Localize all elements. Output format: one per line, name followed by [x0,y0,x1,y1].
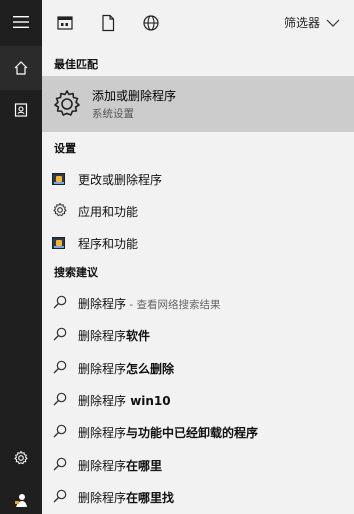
suggestion-query: 删除程序 [78,361,127,376]
suggestion-label: 删除程序在哪里找 [78,489,174,506]
suggestion-query: 删除程序 [78,426,127,441]
search-icon [53,327,67,341]
documents-button[interactable] [0,88,42,132]
menu-button[interactable] [0,0,42,44]
filter-dropdown[interactable]: 筛选器 [284,14,340,31]
control-panel-icon [52,234,68,250]
suggestion-completion: 与功能中已经卸载的程序 [126,426,259,441]
suggestion-item[interactable]: 删除程序在哪里 [42,448,354,480]
suggestions-heading: 搜索建议 [54,266,98,279]
settings-item-change-remove[interactable]: 更改或删除程序 [42,162,354,194]
settings-button[interactable] [0,436,42,480]
suggestion-label: 删除程序软件 [78,327,150,344]
search-icon [53,424,67,438]
suggestion-query: 删除程序 [78,393,127,408]
settings-gear-icon [54,90,80,116]
suggestion-item[interactable]: 删除程序 - 查看网络搜索结果 [42,286,354,318]
suggestion-query: 删除程序 [78,329,127,344]
settings-heading: 设置 [54,142,76,155]
control-panel-icon [52,170,68,186]
settings-item-label: 应用和功能 [78,205,139,219]
suggestion-completion: win10 [126,393,171,408]
best-match-item[interactable]: 添加或删除程序 系统设置 [42,76,354,132]
home-icon [14,61,28,75]
suggestion-label: 删除程序怎么删除 [78,360,174,377]
search-icon [53,392,67,406]
user-button[interactable] [0,478,42,514]
settings-item-label: 程序和功能 [78,237,139,251]
search-results-panel: 最佳匹配 添加或删除程序 系统设置 设置 更改或删除程序 应用和功能 程序和功能… [42,46,354,514]
suggestion-item[interactable]: 删除程序软件 [42,318,354,350]
apps-icon[interactable] [56,14,74,32]
filter-label: 筛选器 [283,16,320,30]
globe-icon[interactable] [142,14,160,32]
best-match-heading: 最佳匹配 [54,58,98,71]
suggestion-query: 删除程序 [78,297,127,311]
best-match-subtitle: 系统设置 [92,108,134,120]
suggestion-completion: 软件 [126,329,151,344]
settings-item-label: 更改或删除程序 [78,173,163,187]
suggestion-label: 删除程序 win10 [78,392,171,409]
hamburger-menu-icon [13,16,29,28]
suggestion-item[interactable]: 删除程序在哪里找 [42,480,354,512]
gear-icon [53,202,67,217]
settings-gear-icon [14,450,28,465]
suggestion-query: 删除程序 [78,490,127,505]
search-icon [53,457,67,470]
suggestion-web-hint: - 查看网络搜索结果 [126,299,221,311]
suggestion-completion: 怎么删除 [126,361,175,376]
suggestion-completion: 在哪里找 [126,490,175,505]
suggestion-item[interactable]: 删除程序与功能中已经卸载的程序 [42,415,354,447]
suggestion-completion: 在哪里 [126,458,163,473]
user-icon [15,494,27,507]
suggestion-query: 删除程序 [78,458,127,473]
search-icon [53,489,67,503]
top-toolbar: 筛选器 [42,0,354,46]
settings-item-programs-features[interactable]: 程序和功能 [42,226,354,258]
document-icon[interactable] [99,14,117,32]
suggestion-item[interactable]: 删除程序怎么删除 [42,351,354,383]
settings-item-apps-features[interactable]: 应用和功能 [42,194,354,226]
contact-card-icon [14,103,28,117]
best-match-title: 添加或删除程序 [92,89,177,103]
home-button[interactable] [0,46,42,90]
chevron-down-icon [326,19,340,27]
search-icon [53,360,67,374]
suggestion-label: 删除程序与功能中已经卸载的程序 [78,424,258,441]
search-icon [53,295,67,309]
suggestion-label: 删除程序在哪里 [78,457,162,474]
suggestion-label: 删除程序 - 查看网络搜索结果 [78,295,220,312]
suggestion-item[interactable]: 删除程序 win10 [42,383,354,415]
left-rail [0,0,42,514]
